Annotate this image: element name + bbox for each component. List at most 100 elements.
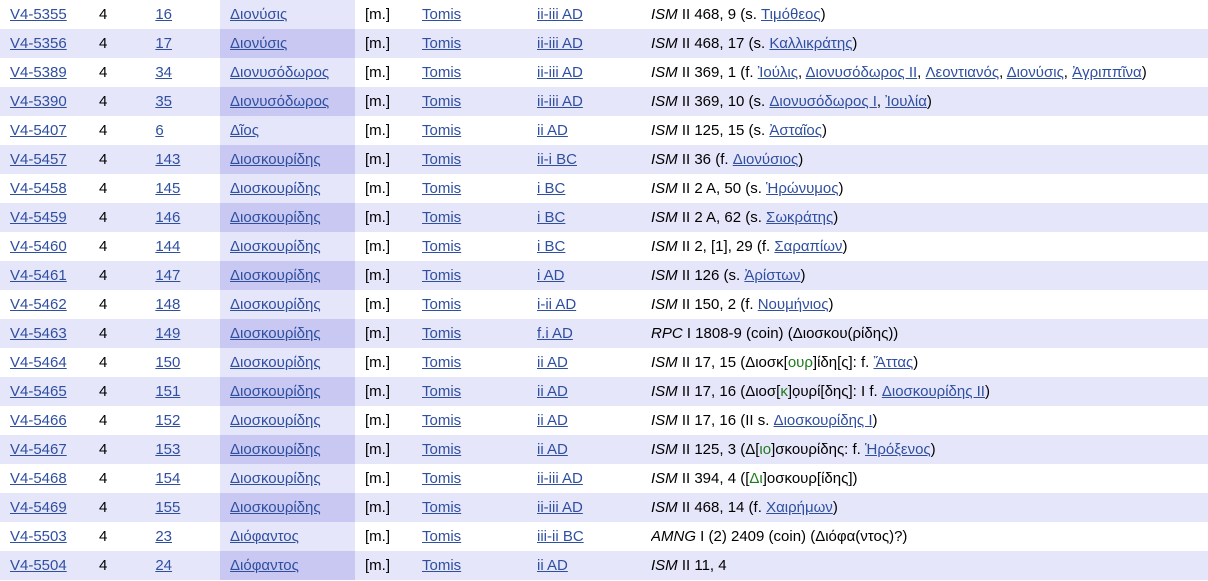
entry-number-link[interactable]: 146 — [155, 209, 180, 226]
entry-id-link[interactable]: V4-5389 — [10, 64, 67, 81]
name-link[interactable]: Διονύσις — [230, 35, 287, 52]
place-link[interactable]: Tomis — [422, 180, 461, 197]
reference-person-link[interactable]: Ἀρίστων — [744, 267, 800, 284]
name-link[interactable]: Διοσκουρίδης — [230, 441, 321, 458]
name-link[interactable]: Διοσκουρίδης — [230, 209, 321, 226]
date-link[interactable]: ii-iii AD — [537, 64, 583, 81]
reference-person-link[interactable]: Ἀγριππῖνα — [1072, 64, 1142, 81]
entry-number-link[interactable]: 155 — [155, 499, 180, 516]
date-link[interactable]: i BC — [537, 180, 565, 197]
name-link[interactable]: Διοσκουρίδης — [230, 470, 321, 487]
reference-person-link[interactable]: Διονύσιος — [733, 151, 799, 168]
place-link[interactable]: Tomis — [422, 151, 461, 168]
reference-person-link[interactable]: Λεοντιανός — [926, 64, 1000, 81]
name-link[interactable]: Διόφαντος — [230, 557, 299, 574]
entry-id-link[interactable]: V4-5465 — [10, 383, 67, 400]
entry-id-link[interactable]: V4-5504 — [10, 557, 67, 574]
reference-person-link[interactable]: Τιμόθεος — [761, 6, 821, 23]
date-link[interactable]: ii AD — [537, 354, 568, 371]
place-link[interactable]: Tomis — [422, 528, 461, 545]
entry-id-link[interactable]: V4-5457 — [10, 151, 67, 168]
name-link[interactable]: Διοσκουρίδης — [230, 412, 321, 429]
reference-person-link[interactable]: Ἰούλις — [758, 64, 798, 81]
reference-person-link[interactable]: Νουμήνιος — [758, 296, 829, 313]
date-link[interactable]: i AD — [537, 267, 565, 284]
place-link[interactable]: Tomis — [422, 412, 461, 429]
entry-number-link[interactable]: 145 — [155, 180, 180, 197]
entry-id-link[interactable]: V4-5503 — [10, 528, 67, 545]
reference-person-link[interactable]: Ἰουλία — [885, 93, 927, 110]
reference-person-link[interactable]: Διονύσις — [1007, 64, 1064, 81]
date-link[interactable]: ii AD — [537, 412, 568, 429]
place-link[interactable]: Tomis — [422, 557, 461, 574]
entry-id-link[interactable]: V4-5463 — [10, 325, 67, 342]
reference-person-link[interactable]: Καλλικράτης — [769, 35, 852, 52]
entry-number-link[interactable]: 154 — [155, 470, 180, 487]
place-link[interactable]: Tomis — [422, 325, 461, 342]
place-link[interactable]: Tomis — [422, 64, 461, 81]
date-link[interactable]: f.i AD — [537, 325, 573, 342]
name-link[interactable]: Διοσκουρίδης — [230, 383, 321, 400]
place-link[interactable]: Tomis — [422, 122, 461, 139]
reference-person-link[interactable]: Ἡρόξενος — [865, 441, 931, 458]
place-link[interactable]: Tomis — [422, 267, 461, 284]
date-link[interactable]: ii-iii AD — [537, 470, 583, 487]
date-link[interactable]: ii AD — [537, 122, 568, 139]
entry-id-link[interactable]: V4-5458 — [10, 180, 67, 197]
place-link[interactable]: Tomis — [422, 383, 461, 400]
entry-id-link[interactable]: V4-5466 — [10, 412, 67, 429]
reference-person-link[interactable]: Σαραπίων — [774, 238, 842, 255]
reference-person-link[interactable]: Διονυσόδωρος II — [805, 64, 917, 81]
entry-number-link[interactable]: 35 — [155, 93, 172, 110]
reference-person-link[interactable]: Διοσκουρίδης I — [774, 412, 873, 429]
entry-number-link[interactable]: 6 — [155, 122, 163, 139]
entry-id-link[interactable]: V4-5464 — [10, 354, 67, 371]
place-link[interactable]: Tomis — [422, 209, 461, 226]
entry-id-link[interactable]: V4-5407 — [10, 122, 67, 139]
name-link[interactable]: Διονυσόδωρος — [230, 93, 329, 110]
entry-number-link[interactable]: 23 — [155, 528, 172, 545]
name-link[interactable]: Διοσκουρίδης — [230, 151, 321, 168]
entry-number-link[interactable]: 151 — [155, 383, 180, 400]
place-link[interactable]: Tomis — [422, 354, 461, 371]
place-link[interactable]: Tomis — [422, 6, 461, 23]
entry-id-link[interactable]: V4-5462 — [10, 296, 67, 313]
date-link[interactable]: ii-iii AD — [537, 35, 583, 52]
entry-id-link[interactable]: V4-5355 — [10, 6, 67, 23]
name-link[interactable]: Διονύσις — [230, 6, 287, 23]
entry-number-link[interactable]: 24 — [155, 557, 172, 574]
entry-id-link[interactable]: V4-5459 — [10, 209, 67, 226]
reference-person-link[interactable]: Διοσκουρίδης II — [882, 383, 985, 400]
entry-number-link[interactable]: 152 — [155, 412, 180, 429]
date-link[interactable]: ii-iii AD — [537, 93, 583, 110]
entry-id-link[interactable]: V4-5467 — [10, 441, 67, 458]
place-link[interactable]: Tomis — [422, 93, 461, 110]
reference-person-link[interactable]: Σωκράτης — [766, 209, 833, 226]
entry-id-link[interactable]: V4-5468 — [10, 470, 67, 487]
entry-number-link[interactable]: 143 — [155, 151, 180, 168]
date-link[interactable]: i-ii AD — [537, 296, 576, 313]
entry-number-link[interactable]: 34 — [155, 64, 172, 81]
entry-number-link[interactable]: 144 — [155, 238, 180, 255]
place-link[interactable]: Tomis — [422, 499, 461, 516]
entry-id-link[interactable]: V4-5356 — [10, 35, 67, 52]
date-link[interactable]: iii-ii BC — [537, 528, 584, 545]
name-link[interactable]: Διονυσόδωρος — [230, 64, 329, 81]
name-link[interactable]: Διοσκουρίδης — [230, 354, 321, 371]
place-link[interactable]: Tomis — [422, 35, 461, 52]
date-link[interactable]: ii-iii AD — [537, 499, 583, 516]
entry-id-link[interactable]: V4-5460 — [10, 238, 67, 255]
name-link[interactable]: Διοσκουρίδης — [230, 267, 321, 284]
name-link[interactable]: Διοσκουρίδης — [230, 325, 321, 342]
name-link[interactable]: Διοσκουρίδης — [230, 238, 321, 255]
name-link[interactable]: Διόφαντος — [230, 528, 299, 545]
reference-person-link[interactable]: Ἀσταῖος — [769, 122, 822, 139]
name-link[interactable]: Διοσκουρίδης — [230, 296, 321, 313]
date-link[interactable]: i BC — [537, 209, 565, 226]
place-link[interactable]: Tomis — [422, 238, 461, 255]
entry-number-link[interactable]: 148 — [155, 296, 180, 313]
place-link[interactable]: Tomis — [422, 441, 461, 458]
reference-person-link[interactable]: Ἄττας — [874, 354, 914, 371]
entry-id-link[interactable]: V4-5469 — [10, 499, 67, 516]
date-link[interactable]: ii AD — [537, 441, 568, 458]
